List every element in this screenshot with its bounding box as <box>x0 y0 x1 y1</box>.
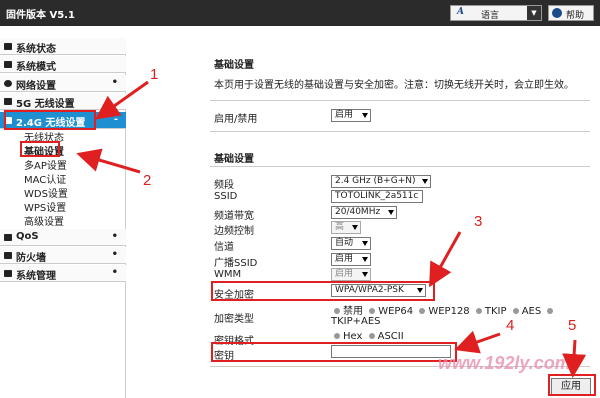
annotation-5: 5 <box>568 317 577 334</box>
arrow-5 <box>562 339 587 378</box>
arrow-4 <box>454 330 501 354</box>
annotation-3: 3 <box>474 213 483 230</box>
arrow-3 <box>429 231 462 288</box>
arrow-2 <box>76 148 141 174</box>
annotation-1: 1 <box>150 66 159 83</box>
annotation-arrows <box>76 80 587 378</box>
arrow-1 <box>95 80 149 120</box>
annotation-2: 2 <box>143 172 152 189</box>
annotation-4: 4 <box>506 317 515 334</box>
